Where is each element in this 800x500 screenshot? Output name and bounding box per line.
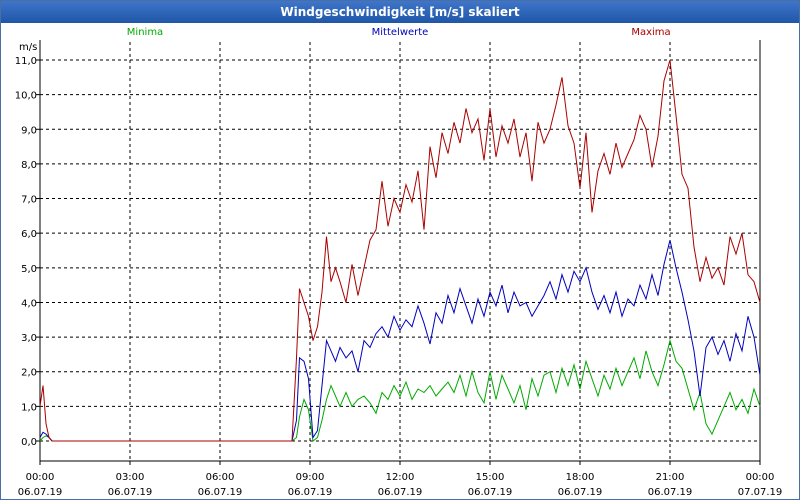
- y-tick-label: 5,0: [21, 264, 37, 275]
- x-tick-time-label: 12:00: [386, 472, 415, 483]
- y-tick-label: 8,0: [21, 160, 37, 171]
- series-lines: [39, 59, 761, 442]
- legend: Minima Mittelwerte Maxima: [127, 27, 671, 38]
- x-tick-time-label: 06:00: [206, 472, 235, 483]
- y-tick-label: 10,0: [15, 91, 37, 102]
- y-tick-label: 9,0: [21, 125, 37, 136]
- x-tick-date-label: 06.07.19: [558, 487, 603, 498]
- y-axis-unit-label: m/s: [19, 42, 37, 53]
- legend-minima: Minima: [127, 27, 163, 38]
- x-tick-labels: 00:00 06.07.19 03:00 06.07.19 06:00 06.07.19 0…: [18, 461, 783, 498]
- x-tick-time-label: 03:00: [116, 472, 145, 483]
- x-tick-date-label: 06.07.19: [108, 487, 153, 498]
- x-tick-time-label: 00:00: [746, 472, 775, 483]
- x-tick-date-label: 06.07.19: [468, 487, 513, 498]
- y-tick-label: 1,0: [21, 402, 37, 413]
- x-tick-time-label: 15:00: [476, 472, 505, 483]
- legend-mittelwerte: Mittelwerte: [372, 27, 429, 38]
- y-tick-label: 4,0: [21, 298, 37, 309]
- y-tick-label: 3,0: [21, 333, 37, 344]
- x-tick-date-label: 06.07.19: [198, 487, 243, 498]
- y-tick-label: 0,0: [21, 437, 37, 448]
- x-tick-time-label: 21:00: [656, 472, 685, 483]
- y-tick-label: 11,0: [15, 56, 37, 67]
- y-tick-label: 6,0: [21, 229, 37, 240]
- x-tick-date-label: 06.07.19: [288, 487, 333, 498]
- x-tick-date-label: 06.07.19: [378, 487, 423, 498]
- x-tick-time-label: 18:00: [566, 472, 595, 483]
- x-tick-date-label: 07.07.19: [738, 487, 783, 498]
- x-tick-date-label: 06.07.19: [648, 487, 693, 498]
- x-tick-date-label: 06.07.19: [18, 487, 63, 498]
- y-tick-label: 7,0: [21, 195, 37, 206]
- x-tick-time-label: 09:00: [296, 472, 325, 483]
- grid-lines: [40, 42, 760, 461]
- legend-maxima: Maxima: [631, 27, 670, 38]
- x-tick-time-label: 00:00: [26, 472, 55, 483]
- wind-speed-chart: m/s 0,0 1,0 2,0 3,0 4,0 5,0 6,0 7,0 8,0 9,0 10,0 11…: [15, 27, 783, 498]
- y-tick-label: 2,0: [21, 368, 37, 379]
- series-line-maxima: [39, 59, 761, 442]
- y-tick-labels: 0,0 1,0 2,0 3,0 4,0 5,0 6,0 7,0 8,0 9,0 10,0 11,0: [15, 56, 40, 448]
